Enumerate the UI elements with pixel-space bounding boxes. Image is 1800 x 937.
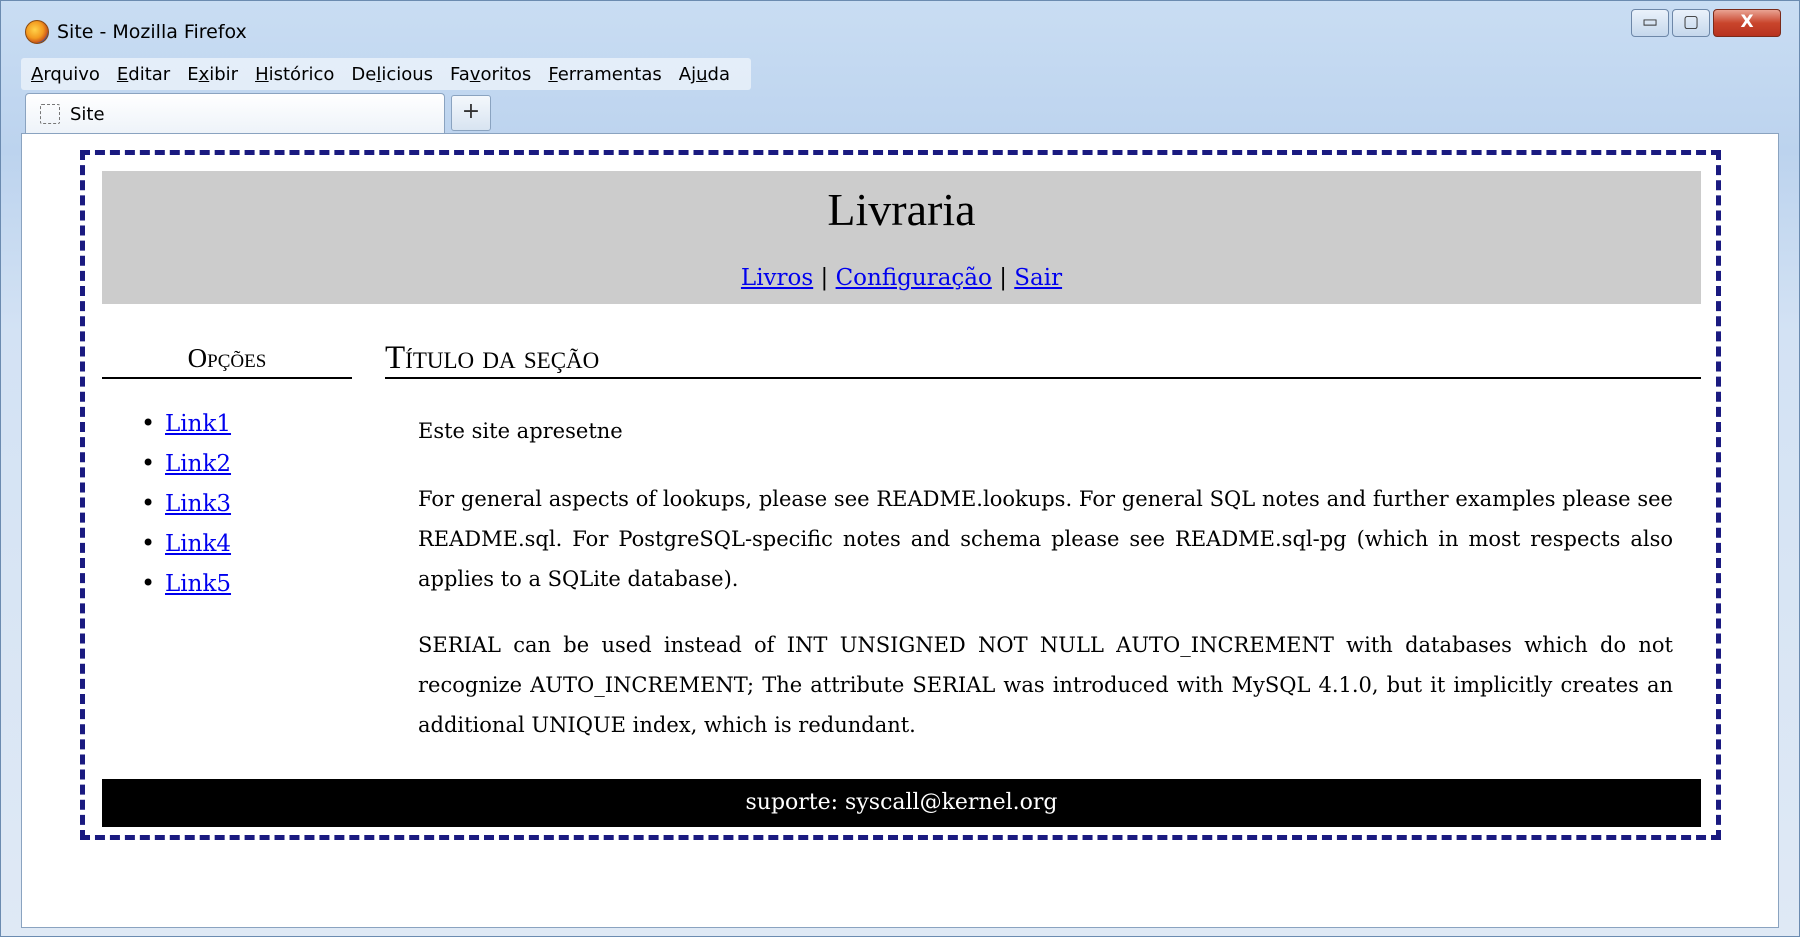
content-paragraph: SERIAL can be used instead of INT UNSIGN… — [418, 633, 1673, 737]
nav-link-livros[interactable]: Livros — [741, 265, 813, 291]
close-icon: X — [1740, 12, 1754, 32]
nav-separator: | — [999, 265, 1007, 291]
tab-strip: Site + — [21, 93, 1779, 133]
menu-delicious[interactable]: Delicious — [351, 64, 433, 85]
sidebar-links: Link1 Link2 Link3 Link4 Link5 — [135, 409, 231, 611]
top-nav: Livros | Configuração | Sair — [102, 265, 1701, 291]
site-footer: suporte: syscall@kernel.org — [102, 779, 1701, 827]
menu-arquivo[interactable]: Arquivo — [31, 64, 100, 85]
sidebar-link-2[interactable]: Link2 — [165, 451, 231, 477]
blank-page-icon — [40, 104, 60, 124]
site-header: Livraria Livros | Configuração | Sair — [102, 171, 1701, 304]
nav-separator: | — [820, 265, 829, 291]
window-controls: ▭ ▢ X — [1628, 9, 1781, 39]
page-container: Livraria Livros | Configuração | Sair Op… — [80, 150, 1721, 840]
new-tab-button[interactable]: + — [451, 95, 491, 131]
list-item: Link3 — [135, 489, 231, 531]
nav-link-sair[interactable]: Sair — [1014, 265, 1062, 291]
list-item: Link2 — [135, 449, 231, 491]
menu-favoritos[interactable]: Favoritos — [450, 64, 531, 85]
menu-ajuda[interactable]: Ajuda — [679, 64, 730, 85]
nav-link-configuracao[interactable]: Configuração — [836, 265, 992, 291]
browser-window: Site - Mozilla Firefox ▭ ▢ X Arquivo Edi… — [0, 0, 1800, 937]
site-title: Livraria — [827, 184, 976, 235]
content-paragraph: For general aspects of lookups, please s… — [418, 487, 1673, 591]
close-button[interactable]: X — [1713, 9, 1781, 37]
sidebar-link-4[interactable]: Link4 — [165, 531, 231, 557]
intro-paragraph: Este site apresetne — [418, 419, 623, 443]
page-viewport[interactable]: Livraria Livros | Configuração | Sair Op… — [21, 133, 1779, 928]
menu-bar: Arquivo Editar Exibir Histórico Deliciou… — [21, 58, 751, 90]
minimize-button[interactable]: ▭ — [1631, 9, 1669, 37]
title-bar[interactable]: Site - Mozilla Firefox ▭ ▢ X — [1, 1, 1799, 57]
sidebar-heading: Opções — [102, 345, 352, 379]
main-content: Este site apresetne For general aspects … — [418, 411, 1673, 771]
sidebar-link-1[interactable]: Link1 — [165, 411, 231, 437]
sidebar-link-3[interactable]: Link3 — [165, 491, 231, 517]
tab-site[interactable]: Site — [25, 93, 445, 133]
list-item: Link5 — [135, 569, 231, 611]
list-item: Link4 — [135, 529, 231, 571]
menu-ferramentas[interactable]: Ferramentas — [548, 64, 661, 85]
menu-historico[interactable]: Histórico — [255, 64, 334, 85]
window-title: Site - Mozilla Firefox — [57, 21, 247, 43]
sidebar-link-5[interactable]: Link5 — [165, 571, 231, 597]
maximize-icon: ▢ — [1682, 12, 1700, 32]
menu-editar[interactable]: Editar — [117, 64, 170, 85]
menu-exibir[interactable]: Exibir — [187, 64, 238, 85]
list-item: Link1 — [135, 409, 231, 451]
maximize-button[interactable]: ▢ — [1672, 9, 1710, 37]
section-heading: Título da seção — [385, 341, 1701, 379]
firefox-icon[interactable] — [25, 20, 49, 44]
tab-label: Site — [70, 104, 105, 125]
minimize-icon: ▭ — [1641, 12, 1659, 32]
